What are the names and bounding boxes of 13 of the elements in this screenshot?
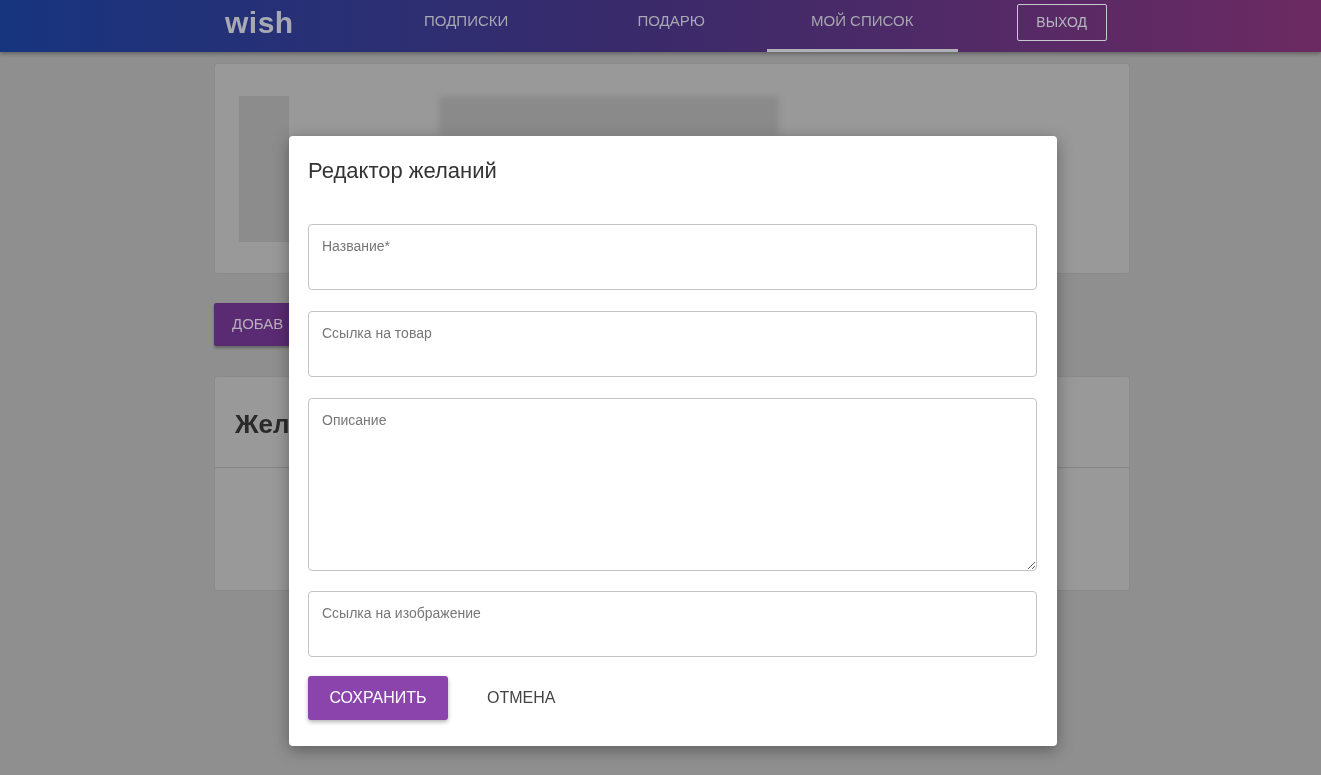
input-field[interactable]: Название* [308,224,1037,291]
description-field[interactable]: Описание [308,398,1037,572]
input-field[interactable]: Ссылка на изображение [308,591,1037,658]
input-field[interactable]: Ссылка на товар [308,311,1037,378]
cancel-button[interactable]: ОТМЕНА [487,686,556,711]
nav-tab[interactable]: ПОДПИСКИ [370,0,562,52]
logo[interactable]: wish [225,0,294,52]
save-button[interactable]: СОХРАНИТЬ [308,676,448,721]
dialog-title: Редактор желаний [308,158,498,185]
logout-button[interactable]: ВЫХОД [1016,4,1107,41]
wishes-title: Жел [235,409,290,439]
nav-tab[interactable]: МОЙ СПИСОК [766,0,958,52]
nav-tab[interactable]: ПОДАРЮ [575,0,767,52]
